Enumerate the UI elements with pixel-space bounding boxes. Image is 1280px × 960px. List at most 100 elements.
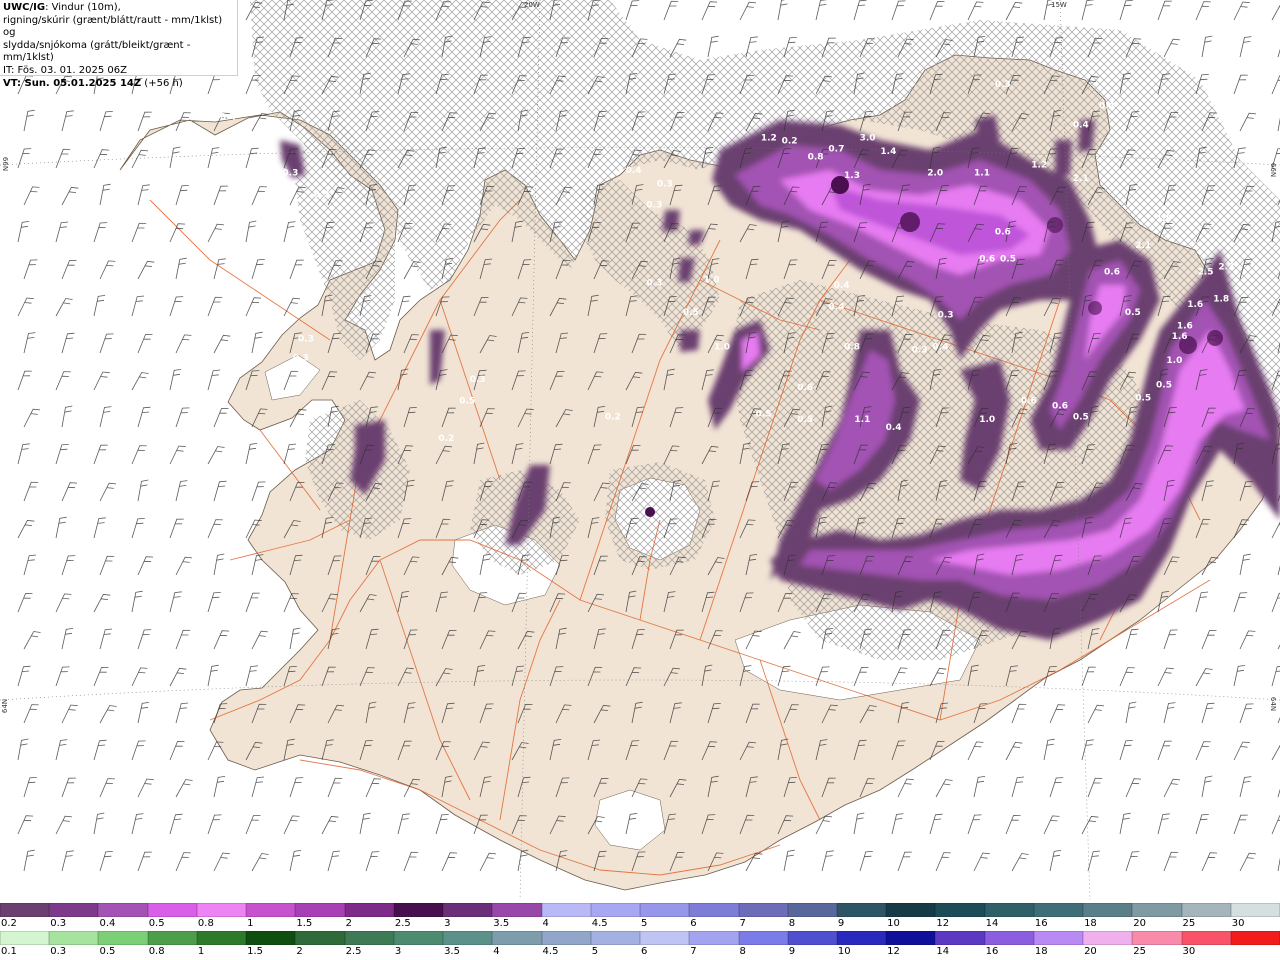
precip-value-label: 3.0 [860, 134, 876, 144]
precip-value-label: 0.4 [1099, 102, 1115, 112]
wind-barb [251, 331, 263, 354]
legend-label: 1 [197, 946, 205, 957]
wind-barb [929, 813, 943, 835]
map-description: : Vindur (10m), [45, 2, 121, 13]
wind-barb [1163, 629, 1178, 650]
legend-label: 5 [591, 946, 599, 957]
wind-barb [289, 850, 302, 872]
lon-label-15w: 15W [1051, 1, 1067, 9]
precip-value-label: 1.8 [1213, 295, 1229, 305]
wind-barb [1157, 740, 1172, 761]
legend-label: 0.8 [148, 946, 165, 957]
wind-barb [131, 667, 148, 687]
wind-barb [17, 370, 32, 391]
wind-barb [213, 553, 225, 576]
legend-label: 9 [788, 946, 796, 957]
wind-barb [61, 482, 78, 502]
wind-barb [131, 149, 149, 169]
wind-barb [175, 702, 189, 724]
wind-barb [1157, 667, 1174, 687]
precip-value-label: 0.3 [657, 179, 673, 189]
wind-barb [1119, 0, 1133, 21]
wind-barb [137, 184, 150, 206]
precip-value-label: 0.3 [912, 345, 928, 355]
precip-value-label: 0.5 [1073, 412, 1089, 422]
legend-label: 0.5 [99, 946, 116, 957]
legend-swatch [590, 903, 641, 917]
wind-barb [169, 296, 184, 317]
wind-barb [403, 851, 419, 872]
legend-label: 3.5 [493, 918, 510, 929]
legend-swatch [344, 903, 394, 917]
wind-barb [17, 593, 33, 613]
wind-barb [17, 297, 34, 317]
legend-label: 3.5 [444, 946, 460, 957]
wind-barb [1195, 814, 1209, 835]
wind-barb [1005, 1, 1023, 21]
lat-label-64n-right: 64N [1269, 696, 1278, 712]
legend-swatch [738, 903, 788, 917]
wind-barb [55, 221, 69, 243]
wind-barb [99, 482, 117, 502]
precip-value-label: 0.3 [646, 201, 662, 211]
wind-barb [1125, 628, 1139, 650]
precip-value-label: 0.4 [828, 303, 844, 313]
wind-barb [1081, 666, 1096, 687]
precip-value-label: 0.5 [1156, 380, 1172, 390]
precip-value-label: 0.5 [797, 415, 813, 425]
wind-barb [245, 592, 260, 613]
wind-barb [935, 852, 951, 872]
wind-barb [1239, 36, 1252, 58]
wind-barb [207, 664, 219, 687]
map-description-line2: rigning/skúrir (grænt/blátt/rautt - mm/1… [3, 14, 223, 39]
legend-label: 0.1 [1, 946, 17, 957]
precip-value-label: 0.5 [459, 396, 475, 406]
legend-swatch [1132, 931, 1182, 945]
precip-value-label: 0.3 [293, 354, 309, 364]
wind-barb [707, 35, 719, 58]
wind-barb [131, 295, 145, 317]
legend-label: 0.5 [148, 918, 165, 929]
snow-legend-labels: 0.2 0.3 0.4 0.5 0.8 1 1.5 2 2.5 3 3.5 4 4.5 5 6 7 8 9 10 12… [0, 918, 1280, 932]
wind-barb [1005, 741, 1023, 761]
legend-swatch [147, 931, 197, 945]
wind-barb [137, 629, 152, 650]
precip-value-label: 2.3 [1218, 262, 1234, 272]
lat-label-66n-right: 66N [1269, 162, 1278, 178]
precip-value-label: 0.6 [1052, 402, 1068, 412]
wind-barb [213, 480, 227, 502]
wind-barb [1271, 521, 1280, 539]
wind-barb [479, 852, 497, 872]
legend-swatch [295, 903, 345, 917]
wind-barb [169, 667, 187, 687]
legend-swatch [393, 931, 444, 945]
wind-barb [663, 0, 679, 21]
legend-swatch [393, 903, 444, 917]
wind-barb [169, 445, 186, 465]
wind-barb [821, 850, 834, 872]
wind-barb [435, 814, 449, 835]
legend-swatch [246, 903, 296, 917]
precip-value-label: 1.6 [1187, 300, 1203, 310]
valid-time: VT: Sun. 05.01.2025 14Z [3, 77, 142, 89]
wind-barb [251, 630, 269, 650]
legend-swatch [1181, 931, 1231, 945]
legend-swatch [935, 931, 985, 945]
wind-barb [55, 815, 73, 835]
precip-value-label: 1.6 [1177, 321, 1193, 331]
rain-color-bar [0, 931, 1280, 945]
legend-label: 16 [985, 946, 999, 957]
wind-barb [1271, 815, 1280, 835]
legend-swatch [1132, 903, 1182, 917]
wind-barb [175, 480, 188, 502]
precip-value-label: 2.0 [927, 169, 943, 179]
wind-barb [93, 593, 111, 613]
legend-label: 1.5 [247, 946, 264, 957]
wind-barb [1239, 112, 1257, 132]
precip-value-label: 0.4 [1073, 120, 1089, 130]
wind-barb [1163, 38, 1181, 58]
wind-barb [137, 260, 155, 280]
wind-barb [365, 851, 380, 872]
wind-barb [1271, 75, 1280, 95]
legend-swatch [590, 931, 641, 945]
